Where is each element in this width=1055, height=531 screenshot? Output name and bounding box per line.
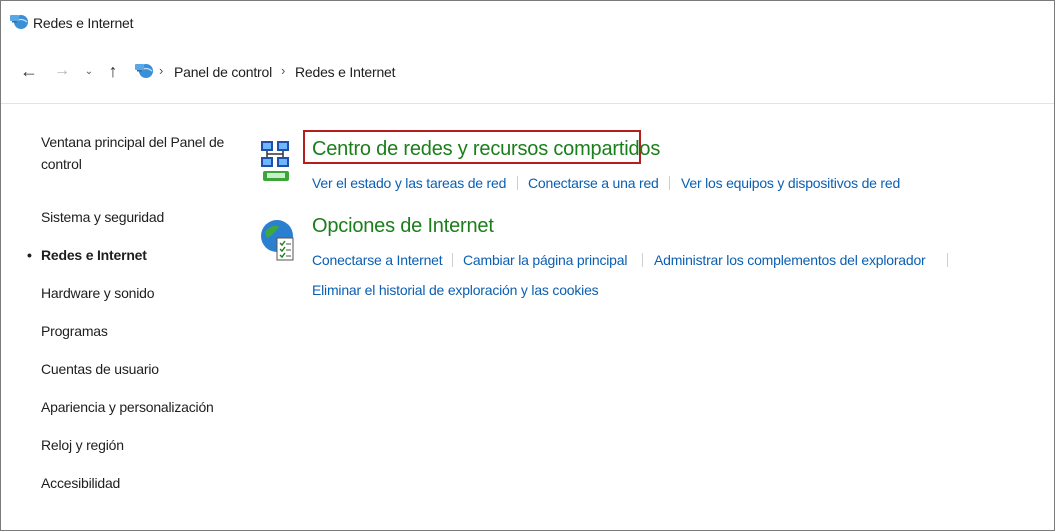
breadcrumb-control-panel[interactable]: Panel de control: [174, 64, 272, 80]
sidebar-item-user-accounts[interactable]: Cuentas de usuario: [41, 358, 241, 380]
sidebar-item-accessibility[interactable]: Accesibilidad: [41, 472, 241, 494]
sidebar-item-label: Redes e Internet: [41, 247, 147, 263]
network-sharing-center-link[interactable]: Centro de redes y recursos compartidos: [312, 138, 660, 161]
sidebar-item-control-panel-home[interactable]: Ventana principal del Panel de control: [41, 131, 231, 175]
navigation-bar: ← → ⌄ ↑ › Panel de control › Redes e Int…: [1, 41, 1054, 104]
forward-button[interactable]: →: [51, 59, 73, 83]
sidebar-item-programs[interactable]: Programas: [41, 320, 241, 342]
link-separator: [947, 253, 948, 267]
view-network-devices-link[interactable]: Ver los equipos y dispositivos de red: [681, 175, 900, 191]
link-separator: [517, 176, 518, 190]
sidebar-item-clock-region[interactable]: Reloj y región: [41, 434, 241, 456]
control-panel-window: Redes e Internet ← → ⌄ ↑ › Panel de cont…: [0, 0, 1055, 531]
delete-browsing-history-link[interactable]: Eliminar el historial de exploración y l…: [312, 282, 599, 298]
network-globe-icon: [9, 13, 29, 31]
breadcrumb-network-internet[interactable]: Redes e Internet: [295, 64, 396, 80]
sidebar-item-hardware-sound[interactable]: Hardware y sonido: [41, 282, 241, 304]
link-separator: [452, 253, 453, 267]
sidebar-item-appearance[interactable]: Apariencia y personalización: [41, 396, 241, 418]
view-network-status-link[interactable]: Ver el estado y las tareas de red: [312, 175, 506, 191]
network-center-icon[interactable]: [259, 139, 295, 190]
recent-locations-button[interactable]: ⌄: [81, 59, 97, 83]
network-globe-icon: [134, 61, 154, 81]
manage-add-ons-link[interactable]: Administrar los complementos del explora…: [654, 252, 926, 268]
link-separator: [642, 253, 643, 267]
title-bar: Redes e Internet: [1, 1, 1054, 41]
window-title: Redes e Internet: [33, 15, 134, 31]
internet-options-icon[interactable]: [259, 216, 297, 269]
link-separator: [669, 176, 670, 190]
breadcrumb-separator: ›: [159, 63, 164, 78]
active-bullet: •: [27, 247, 32, 263]
sidebar-item-system-security[interactable]: Sistema y seguridad: [41, 206, 241, 228]
connect-to-network-link[interactable]: Conectarse a una red: [528, 175, 659, 191]
change-home-page-link[interactable]: Cambiar la página principal: [463, 252, 627, 268]
back-button[interactable]: ←: [17, 59, 41, 83]
connect-to-internet-link[interactable]: Conectarse a Internet: [312, 252, 443, 268]
internet-options-link[interactable]: Opciones de Internet: [312, 215, 494, 238]
sidebar-item-network-internet[interactable]: • Redes e Internet: [27, 244, 241, 266]
breadcrumb-separator: ›: [281, 63, 286, 78]
up-button[interactable]: ↑: [101, 59, 125, 83]
